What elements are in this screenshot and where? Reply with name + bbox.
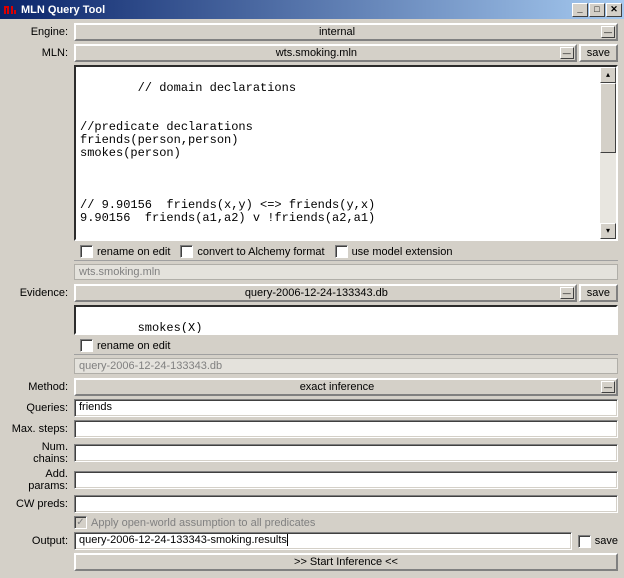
output-input[interactable]: query-2006-12-24-133343-smoking.results <box>74 532 572 550</box>
cwpreds-label: CW preds: <box>4 498 74 510</box>
engine-value: internal <box>76 26 598 38</box>
dropdown-icon[interactable]: — <box>560 47 574 59</box>
openworld-checkbox: ✓ Apply open-world assumption to all pre… <box>74 516 315 529</box>
mln-rename-checkbox[interactable]: rename on edit <box>80 245 170 258</box>
mln-convert-checkbox[interactable]: convert to Alchemy format <box>180 245 324 258</box>
maxsteps-label: Max. steps: <box>4 423 74 435</box>
method-label: Method: <box>4 381 74 393</box>
dropdown-icon[interactable]: — <box>601 26 615 38</box>
output-label: Output: <box>4 535 74 547</box>
titlebar: MLN Query Tool _ □ ✕ <box>0 0 624 19</box>
scroll-thumb[interactable] <box>600 83 616 153</box>
checkbox-icon: ✓ <box>74 516 87 529</box>
scroll-down-icon[interactable]: ▾ <box>600 223 616 239</box>
mln-file-value: wts.smoking.mln <box>76 47 557 59</box>
evidence-rename-checkbox[interactable]: rename on edit <box>80 339 170 352</box>
method-dropdown[interactable]: exact inference — <box>74 378 618 396</box>
maximize-button[interactable]: □ <box>589 3 605 17</box>
window-title: MLN Query Tool <box>21 4 571 16</box>
minimize-button[interactable]: _ <box>572 3 588 17</box>
mln-save-button[interactable]: save <box>579 44 618 62</box>
evidence-editor[interactable]: smokes(X) smokes(Y) <box>74 305 618 335</box>
dropdown-icon[interactable]: — <box>560 287 574 299</box>
scrollbar[interactable]: ▴ ▾ <box>600 67 616 239</box>
addparams-label: Add. params: <box>4 468 74 492</box>
queries-label: Queries: <box>4 402 74 414</box>
evidence-content: smokes(X) smokes(Y) <box>80 321 202 335</box>
dropdown-icon[interactable]: — <box>601 381 615 393</box>
evidence-label: Evidence: <box>4 287 74 299</box>
start-inference-button[interactable]: >> Start Inference << <box>74 553 618 571</box>
evidence-save-button[interactable]: save <box>579 284 618 302</box>
numchains-label: Num. chains: <box>4 441 74 465</box>
evidence-options-row: rename on edit <box>74 337 618 355</box>
output-save-checkbox[interactable]: save <box>578 532 618 550</box>
queries-input[interactable]: friends <box>74 399 618 417</box>
close-button[interactable]: ✕ <box>606 3 622 17</box>
numchains-input[interactable] <box>74 444 618 462</box>
engine-dropdown[interactable]: internal — <box>74 23 618 41</box>
method-value: exact inference <box>76 381 598 393</box>
checkbox-icon <box>578 535 591 548</box>
checkbox-icon <box>80 245 93 258</box>
cwpreds-input[interactable] <box>74 495 618 513</box>
scroll-up-icon[interactable]: ▴ <box>600 67 616 83</box>
checkbox-icon <box>335 245 348 258</box>
engine-label: Engine: <box>4 26 74 38</box>
addparams-input[interactable] <box>74 471 618 489</box>
evidence-path: query-2006-12-24-133343.db <box>74 358 618 374</box>
mln-content: // domain declarations //predicate decla… <box>80 81 375 225</box>
mln-file-dropdown[interactable]: wts.smoking.mln — <box>74 44 577 62</box>
app-icon <box>2 2 18 18</box>
evidence-file-dropdown[interactable]: query-2006-12-24-133343.db — <box>74 284 577 302</box>
evidence-file-value: query-2006-12-24-133343.db <box>76 287 557 299</box>
checkbox-icon <box>180 245 193 258</box>
mln-usemodel-checkbox[interactable]: use model extension <box>335 245 453 258</box>
maxsteps-input[interactable] <box>74 420 618 438</box>
mln-editor[interactable]: // domain declarations //predicate decla… <box>74 65 618 241</box>
mln-label: MLN: <box>4 47 74 59</box>
mln-options-row: rename on edit convert to Alchemy format… <box>74 243 618 261</box>
checkbox-icon <box>80 339 93 352</box>
mln-path: wts.smoking.mln <box>74 264 618 280</box>
